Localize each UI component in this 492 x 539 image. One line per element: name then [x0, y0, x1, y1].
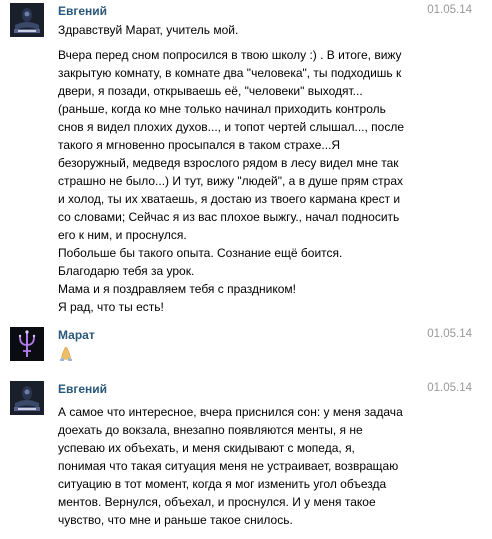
- message-line: закрытую комнату, в комнате два "человек…: [58, 66, 402, 80]
- message-line: понимая что такая ситуация меня не устра…: [58, 459, 399, 473]
- message-line: ментов. Вернулся, объехал, и проснулся. …: [58, 495, 376, 509]
- message-line: успеваю их объехать, и меня скидывают с …: [58, 441, 355, 455]
- message-date: 01.05.14: [427, 382, 472, 394]
- dark-emblem-icon: [10, 381, 44, 415]
- avatar-evgeny[interactable]: [10, 381, 44, 415]
- praying-hands-icon: [58, 345, 74, 366]
- message-date: 01.05.14: [427, 4, 472, 16]
- message-line: Я рад, что ты есть!: [58, 300, 164, 314]
- avatar-marat[interactable]: [10, 327, 44, 361]
- message-line: и холод, ты их хватаешь, я достаю из тво…: [58, 192, 401, 206]
- message-line: (раньше, когда ко мне только начинал при…: [58, 102, 386, 116]
- message-line: Побольше бы такого опыта. Сознание ещё б…: [58, 246, 343, 260]
- message-line: двери, я позади, открываешь её, "человек…: [58, 84, 363, 98]
- message-line: чувство, что мне и раньше такое снилось.: [58, 513, 293, 527]
- message-line: Мама и я поздравляем тебя с праздником!: [58, 282, 297, 296]
- message-line: со словами; Сейчас я из вас плохое выжгу…: [58, 210, 400, 224]
- message-line: снов я видел плохих духов..., и топот че…: [58, 120, 404, 134]
- message-date: 01.05.14: [427, 328, 472, 340]
- message-line: безоружный, медведя взрослого рядом в ле…: [58, 156, 399, 170]
- message-text: А самое что интересное, вчера приснился …: [58, 403, 470, 529]
- message-line: Благодарю тебя за урок.: [58, 264, 195, 278]
- avatar-evgeny[interactable]: [10, 3, 44, 37]
- message-author[interactable]: Евгений: [58, 4, 107, 18]
- message-author[interactable]: Марат: [58, 328, 95, 342]
- message-line: страшно не было...) И тут, вижу "людей",…: [58, 174, 403, 188]
- message-line: А самое что интересное, вчера приснился …: [58, 405, 403, 419]
- dark-emblem-icon: [10, 3, 44, 37]
- message-text: Здравствуй Марат, учитель мой. Вчера пер…: [58, 21, 470, 316]
- message-line: Вчера перед сном попросился в твою школу…: [58, 48, 402, 62]
- message-line: Здравствуй Марат, учитель мой.: [58, 23, 239, 37]
- message-line: доехать до вокзала, внезапно появляются …: [58, 423, 363, 437]
- message-author[interactable]: Евгений: [58, 382, 107, 396]
- message-line: ситуацию в тот момент, когда я мог измен…: [58, 477, 387, 491]
- message-line: такого я мгновенно просыпался в таком ст…: [58, 138, 341, 152]
- message-line: его к ним, и проснулся.: [58, 228, 187, 242]
- trident-symbol-icon: [10, 327, 44, 361]
